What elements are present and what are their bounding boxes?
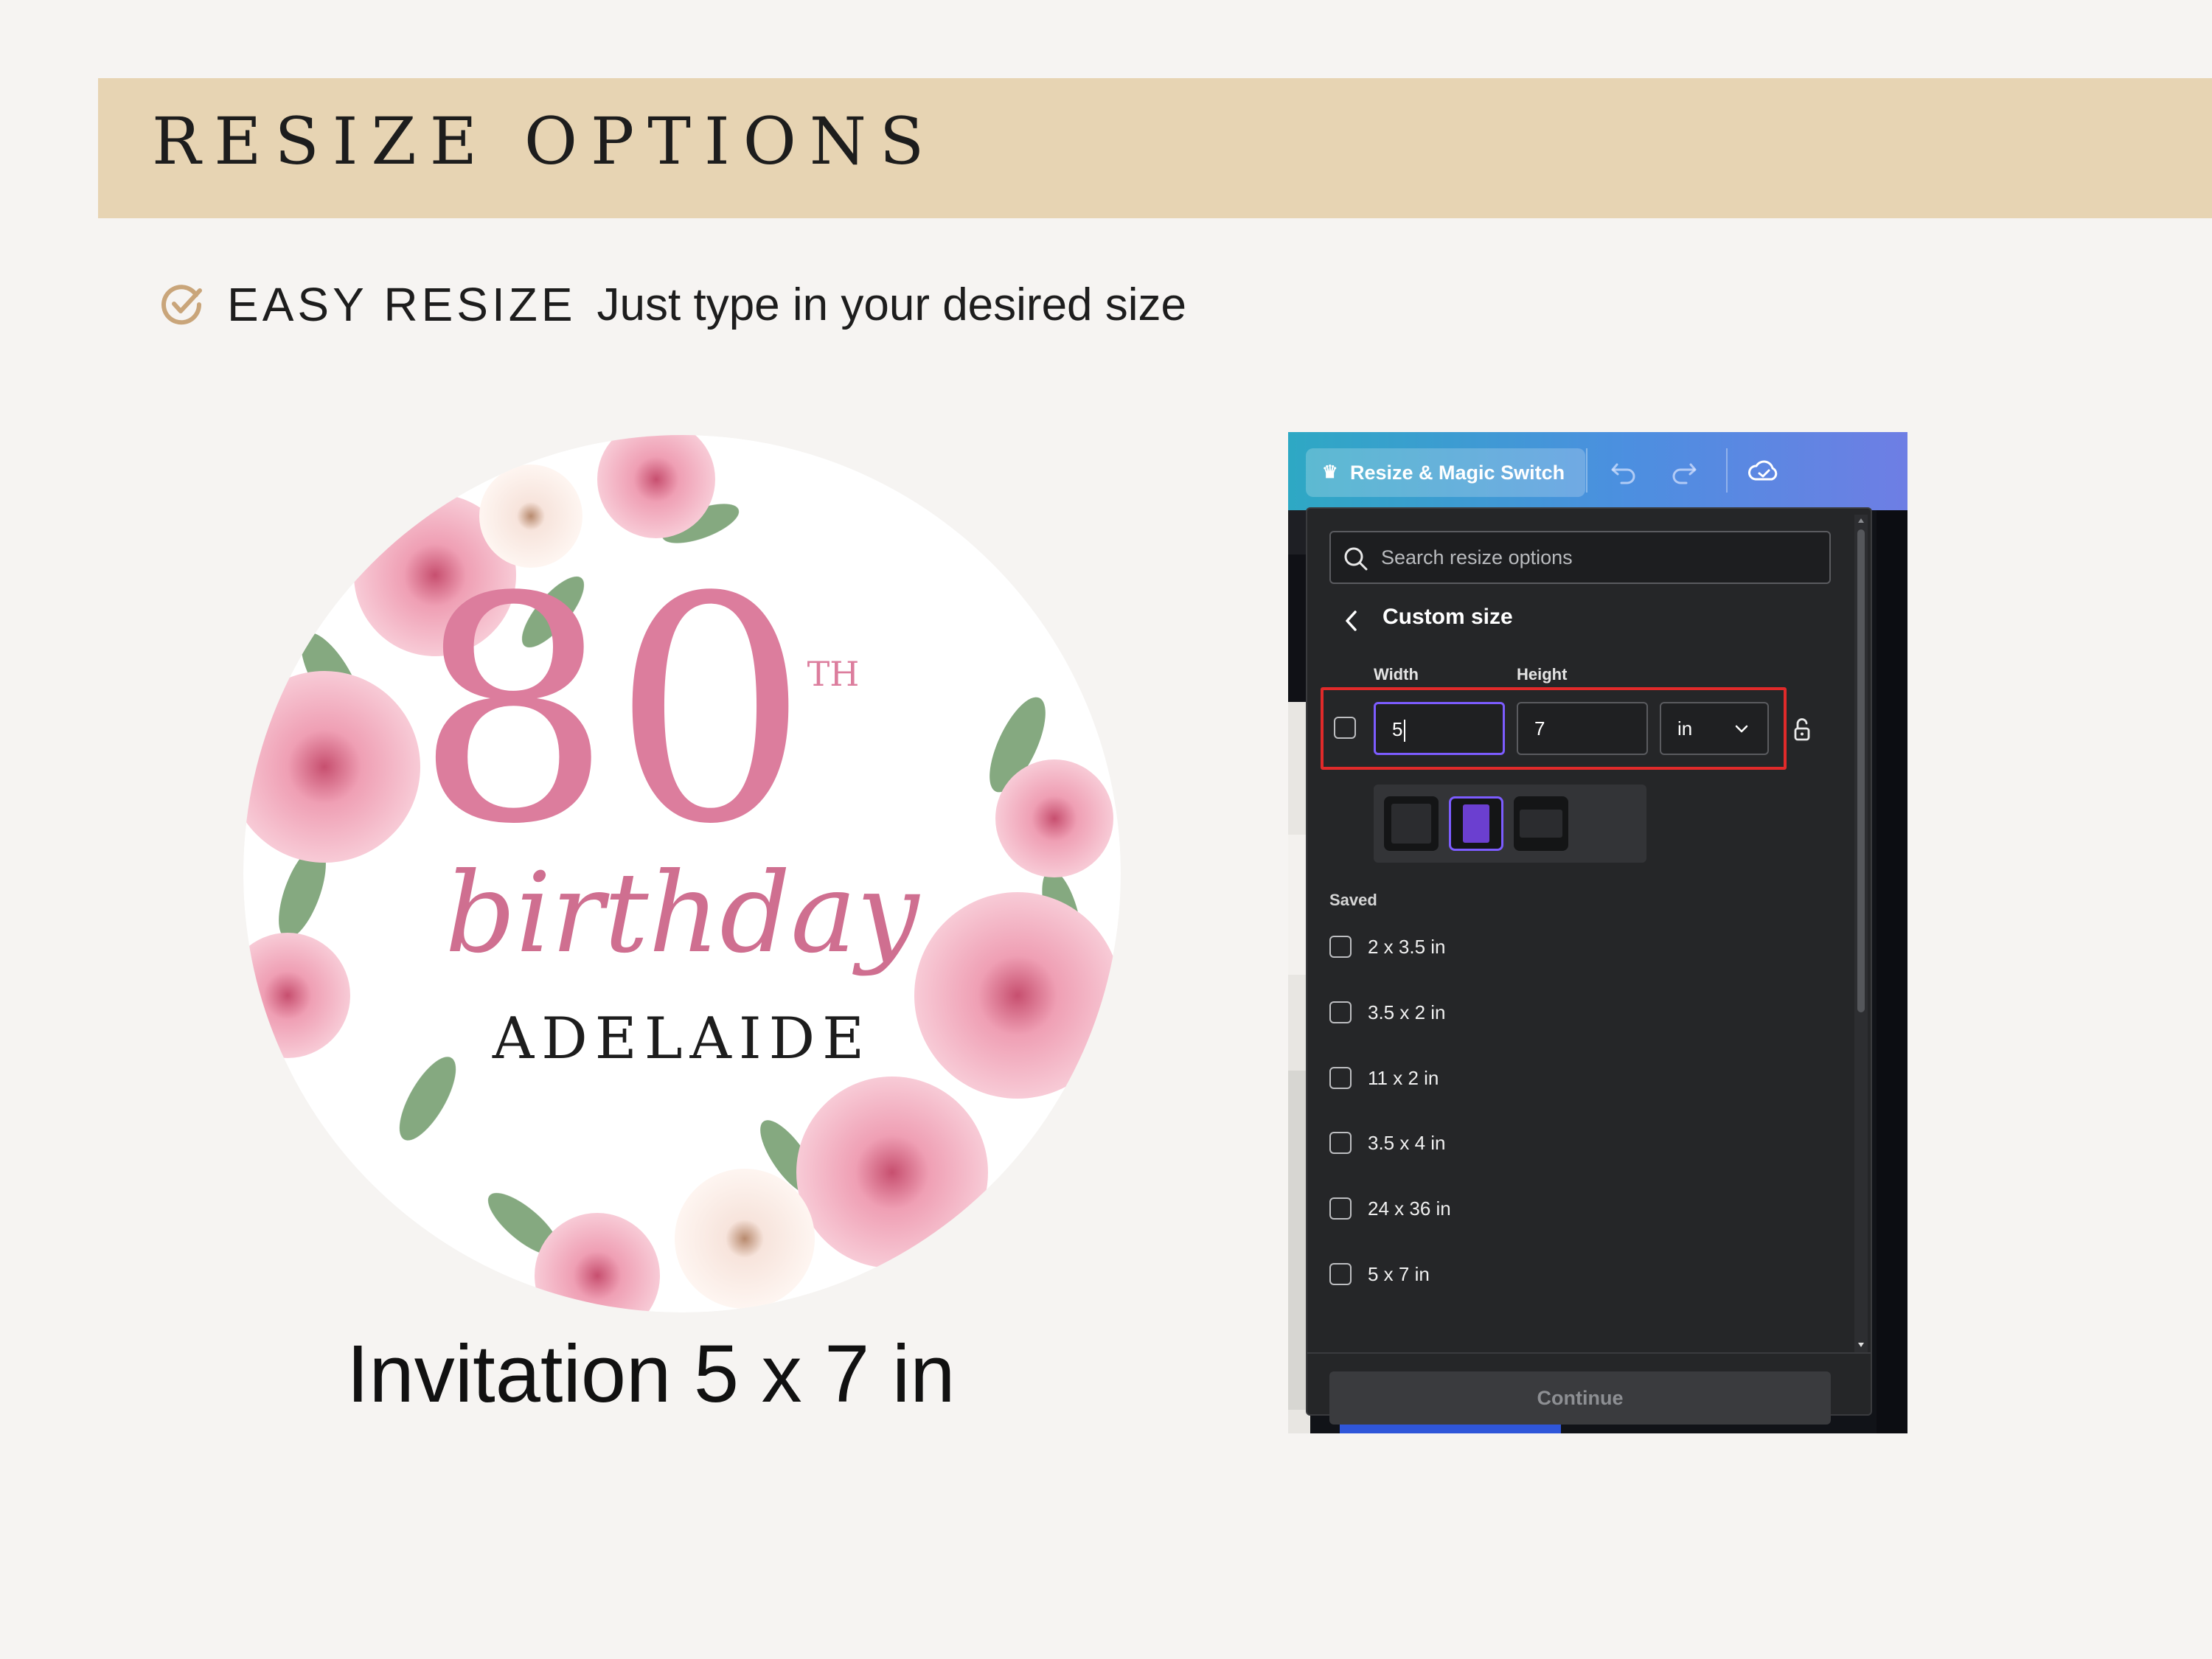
crown-icon: ♛ [1322, 462, 1338, 482]
orientation-selector [1374, 785, 1646, 863]
saved-size-item[interactable]: 3.5 x 4 in [1329, 1128, 1446, 1158]
unlock-icon[interactable] [1791, 717, 1813, 743]
unit-select[interactable]: in [1660, 702, 1769, 755]
editor-toolbar: ♛ Resize & Magic Switch [1288, 432, 1907, 510]
width-input[interactable]: 5 [1374, 702, 1505, 755]
feature-heading: EASY RESIZE [227, 278, 577, 331]
width-label: Width [1374, 665, 1419, 684]
saved-size-checkbox[interactable] [1329, 1001, 1352, 1023]
saved-size-label: 3.5 x 2 in [1368, 1001, 1446, 1023]
resize-magic-switch-button[interactable]: ♛ Resize & Magic Switch [1306, 448, 1586, 497]
custom-size-title: Custom size [1382, 605, 1513, 629]
resize-magic-switch-label: Resize & Magic Switch [1350, 462, 1565, 484]
height-input[interactable]: 7 [1517, 702, 1648, 755]
continue-button[interactable]: Continue [1329, 1371, 1831, 1425]
feature-description: Just type in your desired size [597, 279, 1187, 330]
orientation-portrait-option[interactable] [1449, 796, 1503, 851]
saved-size-item[interactable]: 2 x 3.5 in [1329, 932, 1446, 961]
page-title: RESIZE OPTIONS [152, 103, 938, 179]
scroll-up-arrow-icon[interactable] [1857, 516, 1865, 525]
saved-size-checkbox[interactable] [1329, 936, 1352, 958]
chevron-down-icon [1735, 725, 1748, 733]
text-cursor [1404, 720, 1406, 742]
saved-size-item[interactable]: 3.5 x 2 in [1329, 998, 1446, 1027]
undo-icon[interactable] [1605, 453, 1642, 490]
orientation-square-option[interactable] [1384, 796, 1439, 851]
height-value: 7 [1534, 717, 1545, 740]
saved-size-checkbox[interactable] [1329, 1067, 1352, 1089]
saved-size-item[interactable]: 11 x 2 in [1329, 1063, 1439, 1093]
scrollbar-thumb[interactable] [1857, 529, 1865, 1012]
invitation-artwork: 80 TH birthday ADELAIDE [243, 435, 1121, 1312]
check-circle-icon [161, 285, 202, 325]
resize-dropdown: Custom size Width Height 5 7 in [1306, 507, 1872, 1425]
saved-size-checkbox[interactable] [1329, 1263, 1352, 1285]
height-label: Height [1517, 665, 1568, 684]
width-value: 5 [1392, 718, 1403, 740]
svg-text:ADELAIDE: ADELAIDE [492, 1006, 872, 1072]
saved-size-label: 2 x 3.5 in [1368, 935, 1446, 958]
resize-search-box[interactable] [1329, 531, 1831, 584]
svg-text:80: 80 [415, 532, 809, 892]
saved-size-item[interactable]: 24 x 36 in [1329, 1194, 1451, 1223]
unit-value: in [1677, 717, 1693, 740]
invitation-preview: 80 TH birthday ADELAIDE [243, 435, 1121, 1312]
ordinal-suffix: TH [807, 654, 860, 694]
saved-size-item[interactable]: 5 x 7 in [1329, 1259, 1430, 1289]
footer-divider [1307, 1352, 1871, 1354]
saved-size-checkbox[interactable] [1329, 1132, 1352, 1154]
search-icon [1344, 547, 1368, 571]
invitation-size-caption: Invitation 5 x 7 in [347, 1329, 956, 1419]
saved-size-label: 5 x 7 in [1368, 1262, 1430, 1285]
saved-size-label: 24 x 36 in [1368, 1197, 1451, 1220]
scroll-down-arrow-icon[interactable] [1857, 1340, 1865, 1349]
saved-size-label: 11 x 2 in [1368, 1066, 1439, 1089]
feature-line: EASY RESIZE Just type in your desired si… [159, 277, 1186, 332]
saved-size-checkbox[interactable] [1329, 1197, 1352, 1220]
resize-panel-screenshot: ♛ Resize & Magic Switch Collection [1288, 432, 1907, 1433]
cloud-saved-icon[interactable] [1745, 453, 1782, 490]
back-chevron-icon[interactable] [1337, 603, 1366, 639]
redo-icon[interactable] [1666, 453, 1703, 490]
background-canvas-edge [1877, 510, 1907, 1433]
saved-size-label: 3.5 x 4 in [1368, 1131, 1446, 1154]
resize-search-input[interactable] [1381, 532, 1823, 582]
svg-text:birthday: birthday [445, 849, 921, 978]
orientation-landscape-option[interactable] [1514, 796, 1568, 851]
custom-size-checkbox[interactable] [1334, 717, 1356, 739]
toolbar-divider [1586, 448, 1587, 493]
saved-section-label: Saved [1329, 891, 1377, 909]
toolbar-divider [1726, 448, 1728, 493]
